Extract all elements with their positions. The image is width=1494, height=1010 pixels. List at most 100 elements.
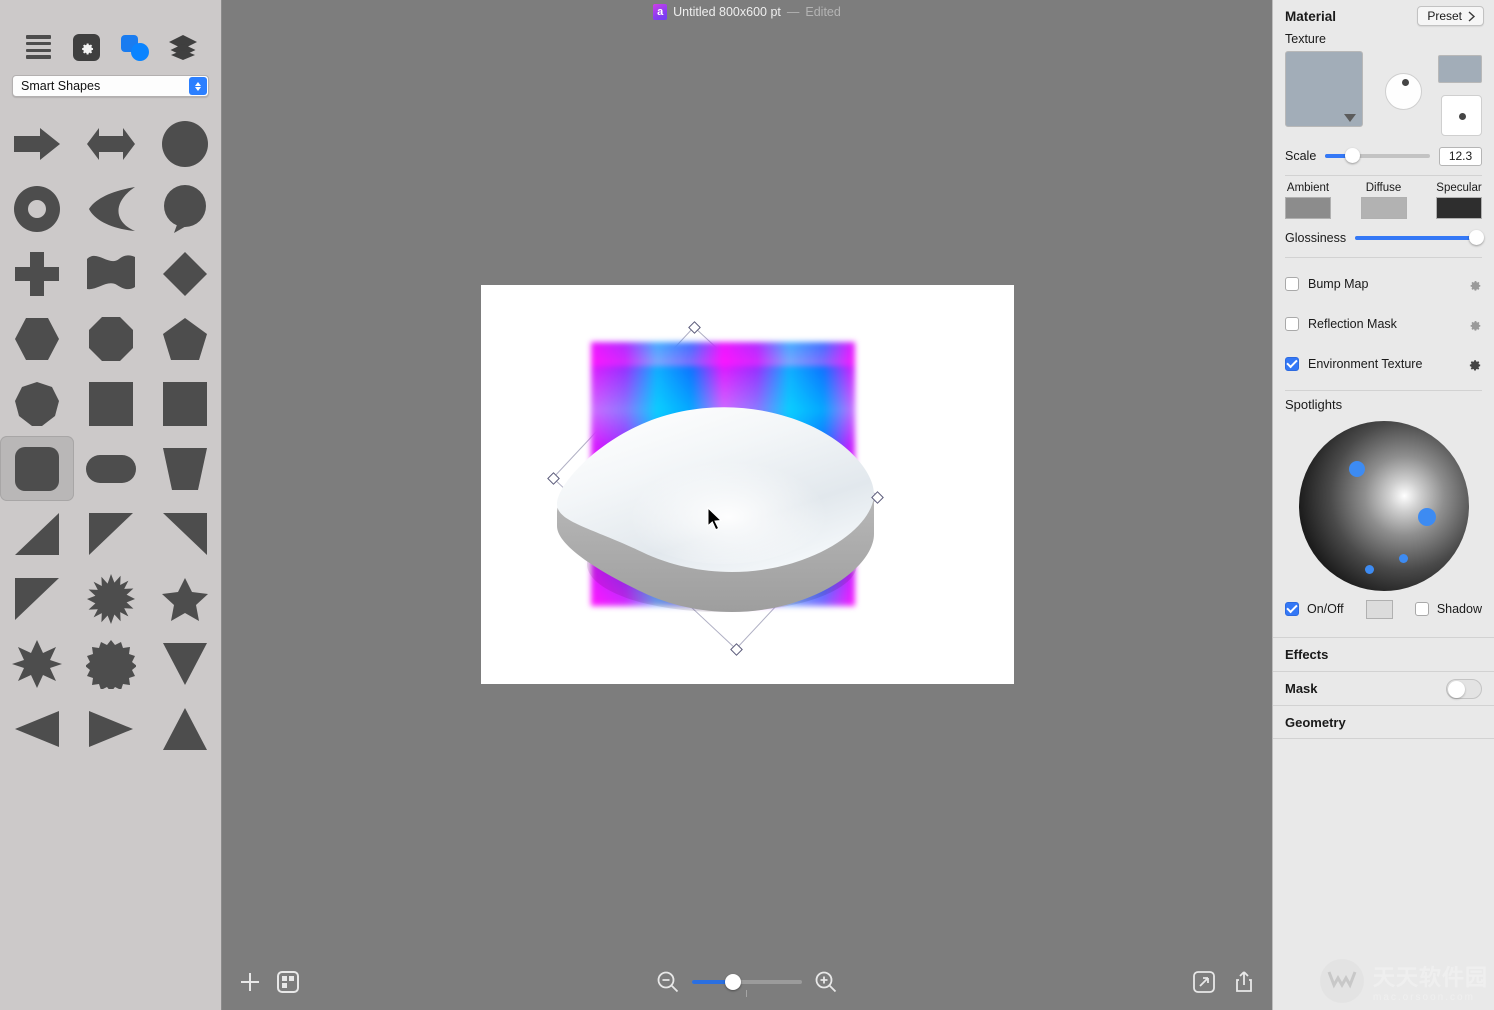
section-mask[interactable]: Mask <box>1273 671 1494 705</box>
spotlight-color-swatch[interactable] <box>1365 599 1393 619</box>
option-environment-texture[interactable]: Environment Texture <box>1273 344 1494 384</box>
spotlight-sphere-widget[interactable] <box>1273 417 1494 595</box>
shape-rounded-rectangle[interactable] <box>0 436 74 501</box>
environment-texture-checkbox[interactable] <box>1285 357 1299 371</box>
mask-label: Mask <box>1285 681 1318 696</box>
zoom-slider[interactable] <box>692 974 802 997</box>
shape-triangle-left-upper[interactable] <box>148 501 222 566</box>
sidebar-tool-shapes[interactable] <box>118 32 152 62</box>
shape-octagon[interactable] <box>74 306 148 371</box>
share-icon[interactable] <box>1232 970 1256 994</box>
shapes-icon <box>120 34 150 61</box>
shape-star-8[interactable] <box>0 631 74 696</box>
glossiness-slider-knob[interactable] <box>1469 230 1484 245</box>
shape-triangle-right-upper[interactable] <box>0 566 74 631</box>
zoom-slider-knob[interactable] <box>725 974 741 990</box>
reflection-mask-checkbox[interactable] <box>1285 317 1299 331</box>
ambient-label: Ambient <box>1286 182 1330 194</box>
mask-toggle[interactable] <box>1446 678 1482 699</box>
scale-value-field[interactable]: 12.3 <box>1439 146 1482 166</box>
shape-starburst-16[interactable] <box>74 566 148 631</box>
scale-row: Scale 12.3 <box>1273 143 1494 169</box>
watermark: 天天软件园 mac.orsoon.com <box>1319 958 1488 1004</box>
glossiness-slider[interactable] <box>1355 230 1484 245</box>
material-channels: Ambient Diffuse Specular <box>1273 182 1494 219</box>
mouse-cursor <box>707 507 723 530</box>
spotlight-sphere[interactable] <box>1298 421 1469 591</box>
shape-nonagon[interactable] <box>0 371 74 436</box>
spotlight-onoff-checkbox[interactable] <box>1285 602 1299 616</box>
shape-rectangle[interactable] <box>148 371 222 436</box>
shape-speech-bubble[interactable] <box>148 176 222 241</box>
canvas-area[interactable] <box>222 24 1272 1010</box>
geometry-label: Geometry <box>1285 714 1346 730</box>
shape-triangle-left-lower[interactable] <box>74 501 148 566</box>
section-effects[interactable]: Effects <box>1273 637 1494 671</box>
spotlight-dot-4[interactable] <box>1364 565 1374 574</box>
shape-square[interactable] <box>74 371 148 436</box>
channel-specular: Specular <box>1436 182 1482 219</box>
ambient-swatch[interactable] <box>1285 197 1331 219</box>
watermark-url: mac.orsoon.com <box>1372 991 1475 1003</box>
layers-icon <box>168 35 197 60</box>
shape-seal-burst[interactable] <box>74 631 148 696</box>
shape-cross[interactable] <box>0 241 74 306</box>
shape-trapezoid[interactable] <box>148 436 222 501</box>
shape-ring[interactable] <box>0 176 74 241</box>
gear-icon <box>72 33 100 61</box>
sidebar-tool-settings[interactable] <box>69 32 103 62</box>
offset-indicator <box>1459 113 1466 120</box>
option-bump-map[interactable]: Bump Map <box>1273 264 1494 304</box>
shape-pentagon[interactable] <box>148 306 222 371</box>
specular-swatch[interactable] <box>1436 197 1482 219</box>
channel-diffuse: Diffuse <box>1360 182 1407 219</box>
scale-slider-knob[interactable] <box>1345 148 1361 163</box>
scale-slider[interactable] <box>1325 148 1430 163</box>
caret-down-icon[interactable] <box>1344 114 1356 122</box>
texture-offset-pad[interactable] <box>1441 95 1482 136</box>
preset-label: Preset <box>1427 9 1462 23</box>
shape-triangle-pointing-left[interactable] <box>0 696 74 761</box>
spotlight-dot-3[interactable] <box>1398 554 1408 563</box>
shape-circle[interactable] <box>148 111 222 176</box>
expand-icon[interactable] <box>1192 970 1216 994</box>
shape-triangle-pointing-right[interactable] <box>74 696 148 761</box>
sidebar-tool-list[interactable] <box>21 32 55 62</box>
shapes-sidebar: Smart Shapes <box>0 0 222 1010</box>
option-reflection-mask[interactable]: Reflection Mask <box>1273 304 1494 344</box>
shape-flag[interactable] <box>74 241 148 306</box>
shape-category-dropdown[interactable]: Smart Shapes <box>12 75 209 97</box>
spotlight-dot-2[interactable] <box>1417 508 1436 526</box>
bump-map-checkbox[interactable] <box>1285 277 1299 291</box>
texture-thumbnail[interactable] <box>1438 55 1482 83</box>
shape-arrow-double[interactable] <box>74 111 148 176</box>
section-geometry[interactable]: Geometry <box>1273 705 1494 739</box>
zoom-in-icon[interactable] <box>814 970 838 994</box>
shape-crescent[interactable] <box>74 176 148 241</box>
gear-icon[interactable] <box>1467 277 1482 292</box>
glossiness-label: Glossiness <box>1285 231 1347 245</box>
shape-triangle-right-lower[interactable] <box>0 501 74 566</box>
texture-rotation-knob[interactable] <box>1385 73 1422 110</box>
shape-star-5[interactable] <box>148 566 222 631</box>
spotlight-shadow-checkbox[interactable] <box>1414 602 1429 616</box>
glossiness-row: Glossiness <box>1273 225 1494 251</box>
shape-triangle-up[interactable] <box>148 696 222 761</box>
chevron-updown-icon[interactable] <box>189 77 207 95</box>
watermark-logo-icon <box>1319 959 1364 1003</box>
gear-icon[interactable] <box>1466 356 1482 372</box>
gear-icon[interactable] <box>1467 317 1482 332</box>
shape-hexagon[interactable] <box>0 306 74 371</box>
shape-triangle-down[interactable] <box>148 631 222 696</box>
shape-arrow-right[interactable] <box>0 111 74 176</box>
title-separator: — <box>786 5 800 19</box>
preset-button[interactable]: Preset <box>1417 6 1484 26</box>
sidebar-tool-layers[interactable] <box>166 32 200 62</box>
shape-diamond[interactable] <box>148 241 222 306</box>
shape-pill[interactable] <box>74 436 148 501</box>
diffuse-swatch[interactable] <box>1360 197 1407 219</box>
spotlight-dot-1[interactable] <box>1348 461 1365 477</box>
zoom-out-icon[interactable] <box>656 970 680 994</box>
glossiness-slider-fill <box>1355 236 1482 240</box>
texture-swatch[interactable] <box>1285 51 1363 127</box>
